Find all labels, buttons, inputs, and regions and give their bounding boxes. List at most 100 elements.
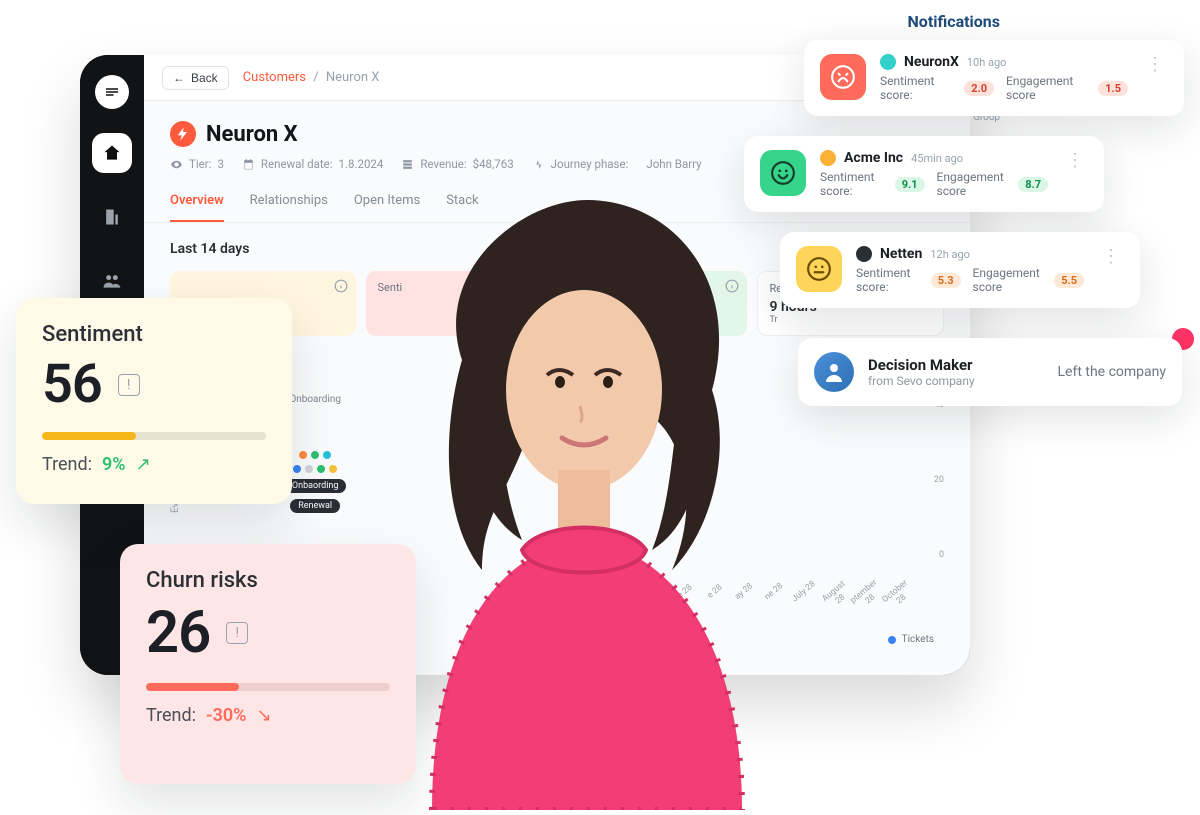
breadcrumb: Customers / Neuron X: [243, 70, 380, 85]
trend-down-icon: ↘: [256, 705, 271, 726]
breadcrumb-sep: /: [313, 70, 318, 85]
timestamp: 45min ago: [911, 152, 963, 165]
info-icon: [334, 279, 348, 293]
kpi-trend: Trend: 9% ↗: [42, 454, 266, 475]
chart-x-labels: e 28e 28e 28ay 28ne 28July 28August 28pt…: [644, 577, 914, 597]
pipeline-tag: Onbaording: [284, 479, 347, 493]
alert-icon: !: [118, 374, 140, 396]
people-icon: [102, 271, 122, 291]
kpi-trend: Trend: -30% ↘: [146, 705, 390, 726]
x-tick-label: e 28: [670, 578, 706, 612]
meta-renewal: Renewal date: 1.8.2024: [242, 157, 383, 171]
decision-maker-card[interactable]: Decision Maker from Sevo company Left th…: [798, 338, 1182, 406]
face-happy-icon: [760, 150, 806, 196]
meta-journey: Journey phase:: [532, 157, 629, 171]
arrow-left-icon: ←: [173, 71, 185, 85]
kpi-progress: [146, 683, 390, 691]
stat-engagement[interactable]: [561, 271, 747, 336]
app-logo[interactable]: [95, 75, 129, 109]
timestamp: 12h ago: [930, 248, 970, 261]
alert-icon: !: [226, 622, 248, 644]
meta-revenue: Revenue: $48,763: [401, 157, 513, 171]
customer-brand-icon: [170, 121, 196, 147]
calendar-icon: [242, 158, 255, 171]
bolt-icon: [175, 126, 191, 142]
more-menu[interactable]: ⋮: [1098, 246, 1124, 267]
breadcrumb-root[interactable]: Customers: [243, 70, 306, 85]
kpi-value: 56: [42, 353, 102, 416]
kpi-value: 26: [146, 599, 210, 667]
decision-maker-title: Decision Maker: [868, 356, 1044, 374]
company-badge-icon: [856, 246, 872, 262]
meta-tier: Tier: 3: [170, 157, 224, 171]
kpi-churn-card: Churn risks 26 ! Trend: -30% ↘: [120, 544, 416, 784]
decision-maker-sub: from Sevo company: [868, 374, 1044, 388]
timestamp: 10h ago: [967, 56, 1007, 69]
x-tick-label: October 28: [880, 578, 916, 613]
tickets-chart: 40 20 0 e 28e 28e 28ay 28ne 28July 28Aug…: [644, 405, 944, 605]
stat-churn[interactable]: Senti: [366, 271, 552, 336]
eye-icon: [170, 158, 183, 171]
company-badge-icon: [820, 150, 836, 166]
dot-icon: [323, 451, 331, 459]
nav-customers[interactable]: [92, 197, 132, 237]
x-tick-label: ptember 28: [849, 578, 886, 614]
pipeline-tag: Renewal: [290, 499, 340, 513]
company-name: Netten: [880, 246, 922, 262]
tab-open-items[interactable]: Open Items: [354, 181, 420, 222]
trend-up-icon: ↗: [136, 454, 151, 475]
building-icon: [102, 207, 122, 227]
notification-card[interactable]: NeuronX 10h ago Sentiment score: 2.0 Eng…: [804, 40, 1184, 116]
journey-icon: [532, 158, 545, 171]
tab-relationships[interactable]: Relationships: [250, 181, 328, 222]
tab-stack[interactable]: Stack: [446, 181, 478, 222]
face-neutral-icon: [796, 246, 842, 292]
kpi-title: Sentiment: [42, 322, 266, 347]
dot-icon: [305, 465, 313, 473]
meta-owner: John Barry: [646, 157, 701, 171]
avatar: [814, 352, 854, 392]
x-tick-label: July 28: [789, 578, 825, 612]
kpi-sentiment-card: Sentiment 56 ! Trend: 9% ↗: [16, 298, 292, 504]
back-button[interactable]: ← Back: [162, 66, 229, 90]
page-title: Neuron X: [206, 122, 298, 147]
nav-home[interactable]: [92, 133, 132, 173]
face-sad-icon: [820, 54, 866, 100]
dot-icon: [329, 465, 337, 473]
sentiment-chip: 5.3: [931, 273, 961, 288]
engagement-chip: 5.5: [1054, 273, 1084, 288]
pipeline-stage: Onboarding Onbaording: [284, 394, 347, 513]
sentiment-chip: 2.0: [964, 81, 994, 96]
notifications-title: Notifications: [908, 12, 1001, 31]
notification-card[interactable]: Acme Inc 45min ago Sentiment score: 9.1 …: [744, 136, 1104, 212]
company-name: NeuronX: [904, 54, 959, 70]
x-tick-label: August 28: [819, 578, 855, 612]
dot-icon: [317, 465, 325, 473]
dot-icon: [293, 465, 301, 473]
more-menu[interactable]: ⋮: [1062, 150, 1088, 171]
sentiment-chip: 9.1: [895, 177, 925, 192]
engagement-chip: 1.5: [1098, 81, 1128, 96]
revenue-icon: [401, 158, 414, 171]
chart-legend: Tickets: [888, 634, 934, 645]
kpi-progress: [42, 432, 266, 440]
more-menu[interactable]: ⋮: [1142, 54, 1168, 75]
notification-card[interactable]: Netten 12h ago Sentiment score: 5.3 Enga…: [780, 232, 1140, 308]
decision-maker-action: Left the company: [1058, 364, 1167, 380]
tab-overview[interactable]: Overview: [170, 181, 224, 222]
company-badge-icon: [880, 54, 896, 70]
kpi-title: Churn risks: [146, 568, 390, 593]
home-icon: [102, 143, 122, 163]
company-name: Acme Inc: [844, 150, 903, 166]
nav-people[interactable]: [92, 261, 132, 301]
legend-dot-icon: [888, 636, 896, 644]
dot-icon: [311, 451, 319, 459]
logo-icon: [103, 83, 121, 101]
engagement-chip: 8.7: [1018, 177, 1048, 192]
back-label: Back: [191, 71, 218, 85]
breadcrumb-current: Neuron X: [326, 70, 380, 85]
chart-y-axis: 40 20 0: [920, 405, 944, 555]
chart-bars: [644, 421, 914, 571]
dot-icon: [299, 451, 307, 459]
info-icon: [725, 279, 739, 293]
